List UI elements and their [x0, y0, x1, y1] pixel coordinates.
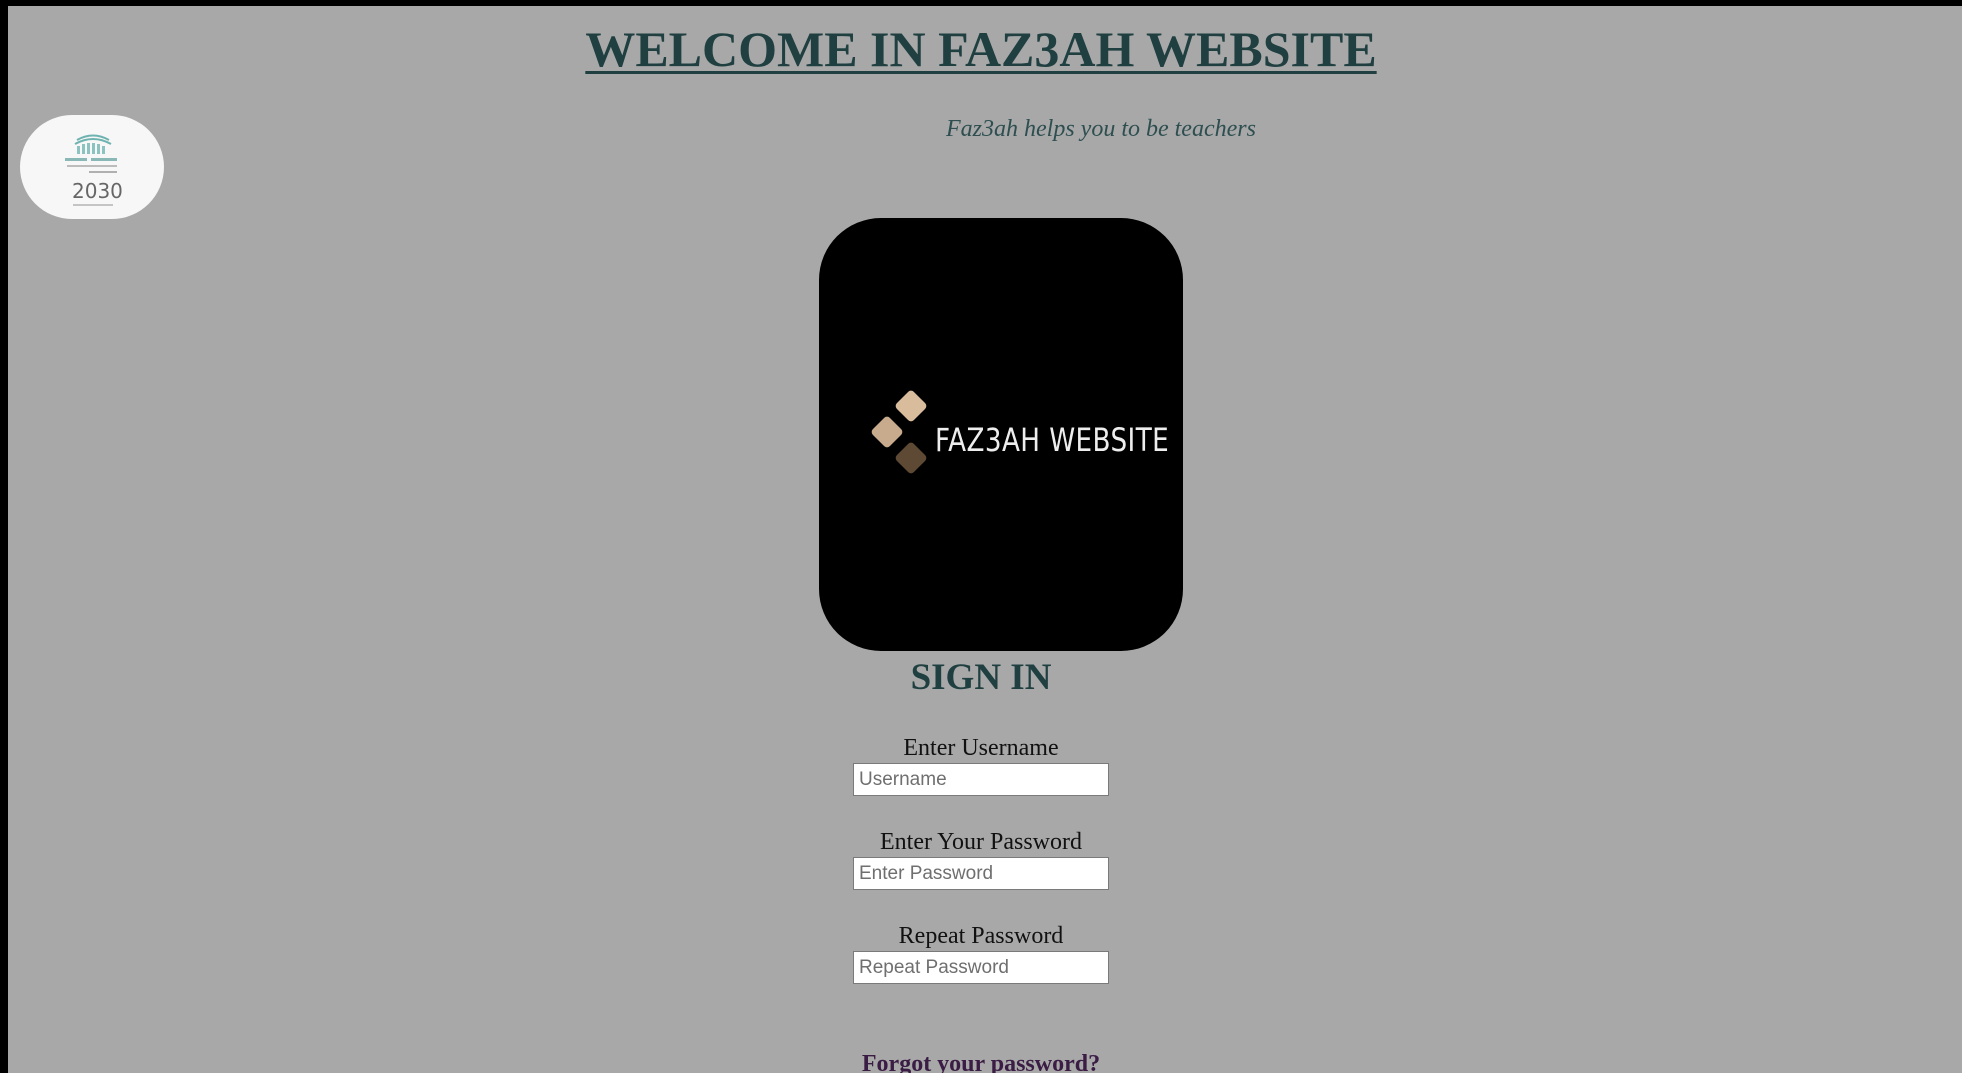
svg-text:2030: 2030	[72, 179, 123, 203]
logo-text: FAZ3AH WEBSITE	[935, 421, 1170, 459]
repeat-password-input[interactable]	[853, 951, 1109, 984]
username-group: Enter Username	[8, 733, 1962, 796]
password-input[interactable]	[853, 857, 1109, 890]
repeat-password-group: Repeat Password	[8, 921, 1962, 984]
forgot-password-row: Forgot your password?	[8, 1051, 1962, 1073]
signin-heading: SIGN IN	[910, 657, 1052, 698]
forgot-password-link[interactable]: Forgot your password?	[862, 1051, 1100, 1073]
username-label: Enter Username	[903, 735, 1059, 761]
logo-card: FAZ3AH WEBSITE	[819, 218, 1183, 651]
password-label: Enter Your Password	[879, 829, 1082, 855]
password-group: Enter Your Password	[8, 827, 1962, 890]
page-background: WELCOME IN FAZ3AH WEBSITE 2030 Faz3ah he…	[8, 6, 1962, 1073]
diamond-logo-icon	[871, 390, 927, 474]
vision-2030-badge: 2030	[20, 115, 164, 219]
username-input[interactable]	[853, 763, 1109, 796]
tagline: Faz3ah helps you to be teachers	[946, 116, 1256, 142]
page-title: WELCOME IN FAZ3AH WEBSITE	[585, 21, 1377, 77]
repeat-password-label: Repeat Password	[898, 923, 1064, 949]
vision-2030-logo-icon: 2030	[65, 134, 123, 206]
